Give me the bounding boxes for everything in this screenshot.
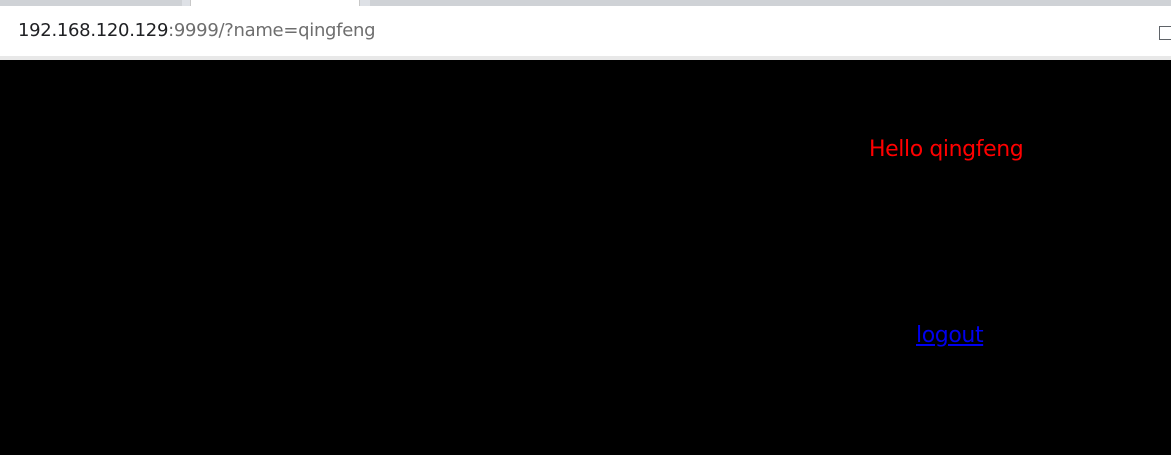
- browser-chrome: 192.168.120.129:9999/?name=qingfeng: [0, 0, 1171, 60]
- greeting-text: Hello qingfeng: [869, 137, 1024, 162]
- logout-link[interactable]: logout: [916, 322, 984, 350]
- page-content: Hello qingfeng logout: [0, 60, 1171, 455]
- page-icon[interactable]: [1159, 26, 1171, 40]
- url-text[interactable]: 192.168.120.129:9999/?name=qingfeng: [18, 20, 376, 42]
- url-path: :9999/?name=qingfeng: [168, 20, 376, 41]
- address-bar[interactable]: 192.168.120.129:9999/?name=qingfeng: [0, 6, 1171, 56]
- url-host: 192.168.120.129: [18, 20, 169, 41]
